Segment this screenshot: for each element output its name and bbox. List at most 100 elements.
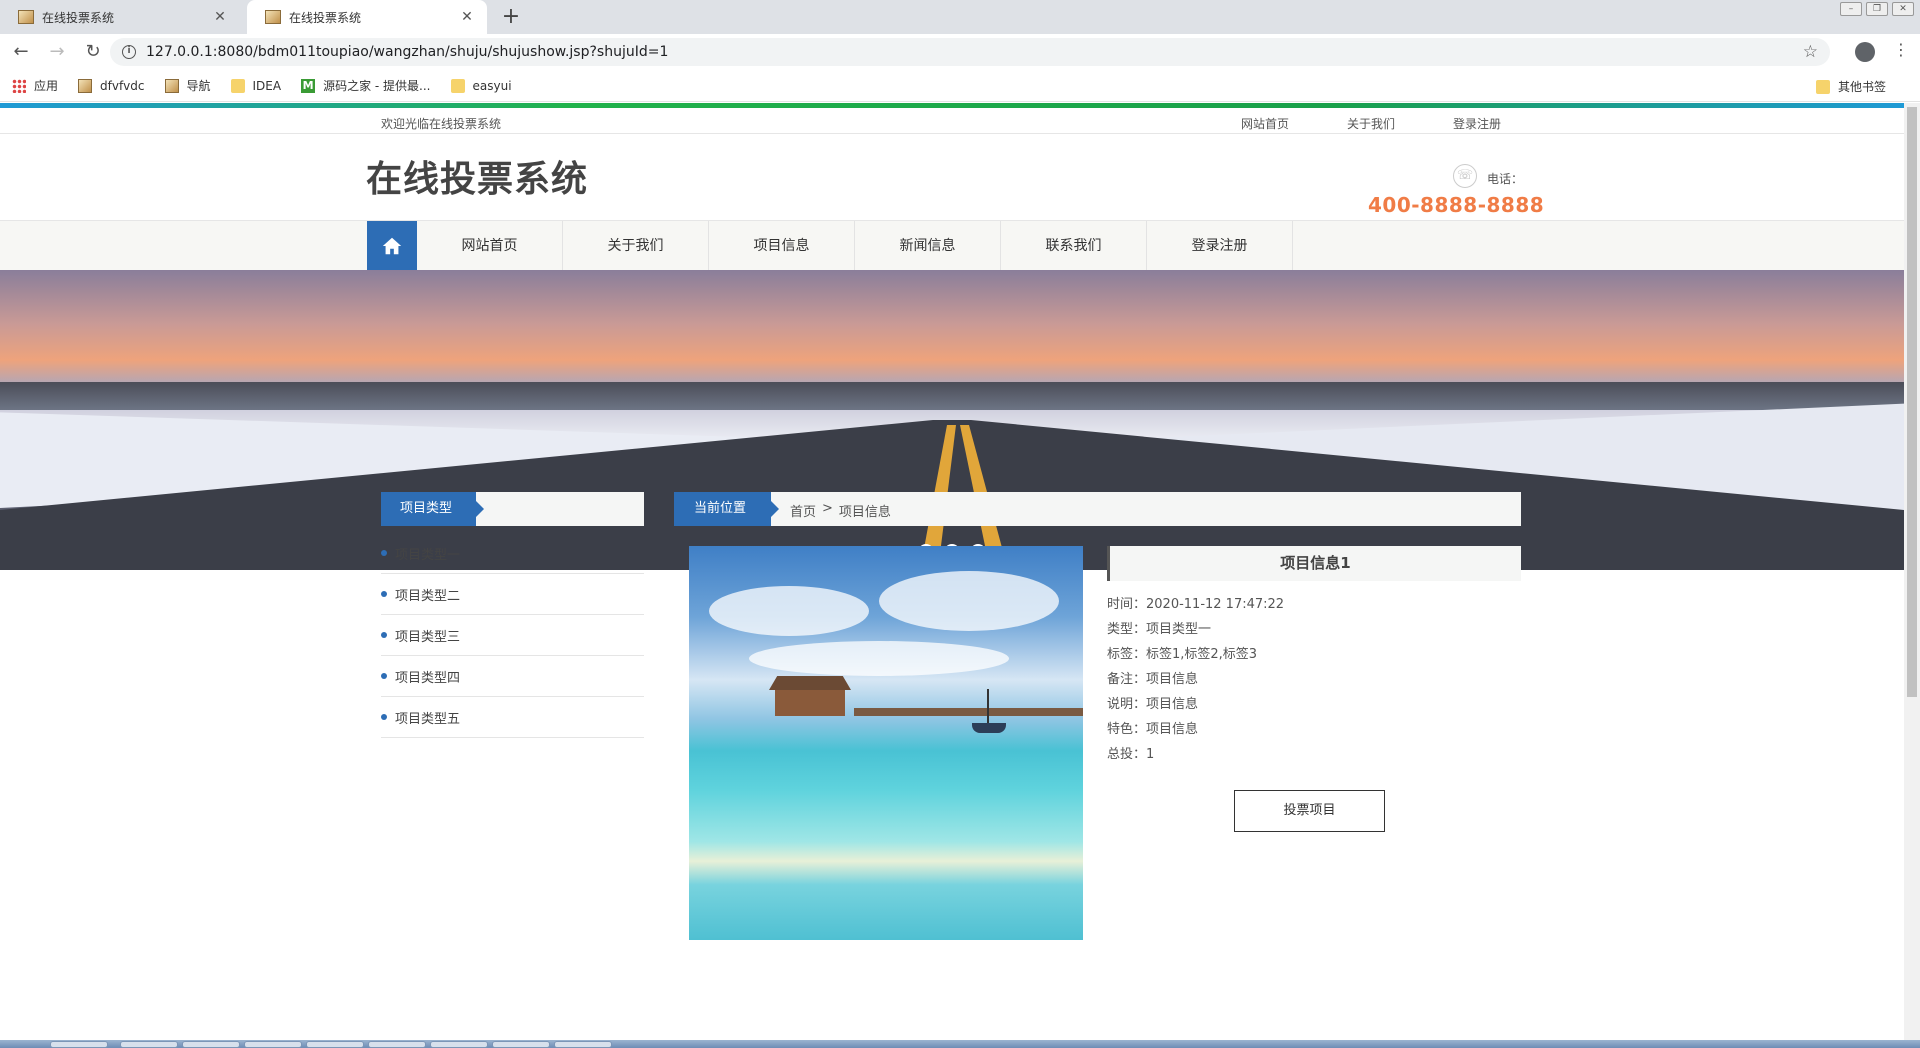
taskbar-item[interactable] — [182, 1041, 240, 1048]
project-title: 项目信息1 — [1107, 546, 1521, 581]
sidebar-item[interactable]: 项目类型一 — [381, 533, 644, 574]
nav-item-news[interactable]: 新闻信息 — [855, 221, 1001, 271]
top-links: 网站首页 关于我们 登录注册 — [1241, 115, 1501, 132]
home-button[interactable] — [367, 221, 417, 271]
taskbar-item[interactable] — [50, 1041, 108, 1048]
bookmark-item[interactable]: M 源码之家 - 提供最... — [301, 77, 431, 94]
taskbar-item[interactable] — [244, 1041, 302, 1048]
taskbar-item[interactable] — [120, 1041, 178, 1048]
bullet-icon — [381, 550, 387, 556]
site-header: 在线投票系统 ☏ 电话： 400-8888-8888 — [0, 134, 1904, 220]
project-image — [689, 546, 1083, 940]
site-title: 在线投票系统 — [366, 159, 589, 200]
other-bookmarks[interactable]: 其他书签 — [1815, 78, 1886, 95]
sidebar-item[interactable]: 项目类型二 — [381, 574, 644, 615]
page-favicon-icon — [265, 10, 281, 24]
apps-grid-icon — [12, 78, 26, 93]
top-link-about[interactable]: 关于我们 — [1347, 115, 1395, 132]
browser-tab-active[interactable]: 在线投票系统 ✕ — [247, 0, 487, 34]
bookmark-label: IDEA — [252, 78, 282, 93]
top-bar: 欢迎光临在线投票系统 网站首页 关于我们 登录注册 — [0, 108, 1904, 134]
scrollbar-thumb[interactable] — [1907, 107, 1917, 697]
vote-button[interactable]: 投票项目 — [1234, 790, 1385, 832]
project-tags: 标签：标签1,标签2,标签3 — [1107, 647, 1258, 662]
bookmark-folder[interactable]: IDEA — [230, 78, 282, 93]
minimize-window-icon[interactable]: – — [1840, 2, 1862, 16]
close-tab-icon[interactable]: ✕ — [212, 9, 228, 25]
project-feature: 特色：项目信息 — [1107, 722, 1199, 737]
project-remark: 备注：项目信息 — [1107, 672, 1199, 687]
sidebar-item-label: 项目类型五 — [395, 711, 461, 727]
nav-item-about[interactable]: 关于我们 — [563, 221, 709, 271]
restore-window-icon[interactable]: ❐ — [1866, 2, 1888, 16]
page-favicon-icon — [18, 10, 34, 24]
image-cloud — [879, 571, 1059, 631]
project-description: 说明：项目信息 — [1107, 697, 1199, 712]
welcome-text: 欢迎光临在线投票系统 — [381, 117, 502, 131]
bookmark-folder[interactable]: easyui — [450, 78, 512, 93]
bookmark-star-icon[interactable]: ☆ — [1803, 42, 1818, 62]
project-detail-list: 时间：2020-11-12 17:47:22 类型：项目类型一 标签：标签1,标… — [1107, 595, 1521, 770]
m-logo-icon: M — [301, 78, 316, 93]
profile-avatar-icon[interactable] — [1855, 42, 1875, 62]
forward-arrow-icon[interactable]: → — [42, 37, 72, 67]
top-link-login[interactable]: 登录注册 — [1453, 115, 1501, 132]
sidebar-list: 项目类型一 项目类型二 项目类型三 项目类型四 项目类型五 — [381, 533, 644, 738]
bookmark-label: 源码之家 - 提供最... — [323, 79, 431, 93]
address-bar[interactable]: i 127.0.0.1:8080/bdm011toupiao/wangzhan/… — [110, 38, 1830, 66]
breadcrumb-label: 当前位置 — [674, 492, 779, 526]
reload-icon[interactable]: ↻ — [78, 37, 108, 67]
nav-item-login[interactable]: 登录注册 — [1147, 221, 1293, 271]
bookmark-apps[interactable]: 应用 — [12, 77, 58, 94]
bullet-icon — [381, 673, 387, 679]
browser-tabstrip: 在线投票系统 ✕ 在线投票系统 ✕ + – ❐ ✕ — [0, 0, 1920, 34]
folder-icon — [230, 78, 245, 93]
sidebar-item[interactable]: 项目类型三 — [381, 615, 644, 656]
bookmark-label: dfvfvdc — [100, 78, 145, 93]
sidebar-item-label: 项目类型二 — [395, 588, 461, 604]
image-cloud — [749, 641, 1009, 676]
top-link-home[interactable]: 网站首页 — [1241, 115, 1289, 132]
url-text[interactable]: 127.0.0.1:8080/bdm011toupiao/wangzhan/sh… — [146, 44, 1803, 60]
browser-tab[interactable]: 在线投票系统 ✕ — [0, 0, 240, 34]
browser-toolbar: ← → ↻ i 127.0.0.1:8080/bdm011toupiao/wan… — [0, 34, 1920, 70]
page-favicon-icon — [164, 78, 179, 93]
breadcrumb: 当前位置 首页 > 项目信息 — [674, 492, 1521, 526]
bookmark-item[interactable]: dfvfvdc — [78, 78, 145, 93]
bookmark-label: easyui — [472, 78, 512, 93]
bookmark-item[interactable]: 导航 — [164, 77, 211, 94]
os-taskbar — [0, 1040, 1920, 1048]
new-tab-button[interactable]: + — [498, 4, 524, 30]
taskbar-item[interactable] — [554, 1041, 612, 1048]
bookmark-label: 导航 — [186, 79, 211, 93]
image-mast — [987, 689, 989, 723]
nav-item-contact[interactable]: 联系我们 — [1001, 221, 1147, 271]
sidebar-item[interactable]: 项目类型五 — [381, 697, 644, 738]
nav-item-home[interactable]: 网站首页 — [417, 221, 563, 271]
folder-icon — [1815, 79, 1830, 94]
bullet-icon — [381, 632, 387, 638]
window-controls: – ❐ ✕ — [1840, 2, 1914, 16]
browser-menu-icon[interactable]: ⋮ — [1893, 40, 1909, 59]
close-tab-icon[interactable]: ✕ — [459, 9, 475, 25]
taskbar-item[interactable] — [368, 1041, 426, 1048]
taskbar-item[interactable] — [430, 1041, 488, 1048]
sidebar-heading-tag: 项目类型 — [381, 492, 484, 526]
close-window-icon[interactable]: ✕ — [1892, 2, 1914, 16]
bullet-icon — [381, 591, 387, 597]
back-arrow-icon[interactable]: ← — [6, 37, 36, 67]
breadcrumb-home-link[interactable]: 首页 — [790, 501, 816, 520]
image-cloud — [709, 586, 869, 636]
site-info-icon[interactable]: i — [122, 45, 136, 59]
nav-item-projects[interactable]: 项目信息 — [709, 221, 855, 271]
breadcrumb-separator: > — [822, 501, 833, 516]
sidebar-item-label: 项目类型四 — [395, 670, 461, 686]
page-scrollbar[interactable] — [1904, 103, 1920, 1040]
main-nav: 网站首页 关于我们 项目信息 新闻信息 联系我们 登录注册 — [0, 220, 1904, 271]
sidebar-item[interactable]: 项目类型四 — [381, 656, 644, 697]
banner-treeline — [0, 382, 1904, 410]
bullet-icon — [381, 714, 387, 720]
page-favicon-icon — [78, 78, 93, 93]
taskbar-item[interactable] — [306, 1041, 364, 1048]
taskbar-item[interactable] — [492, 1041, 550, 1048]
